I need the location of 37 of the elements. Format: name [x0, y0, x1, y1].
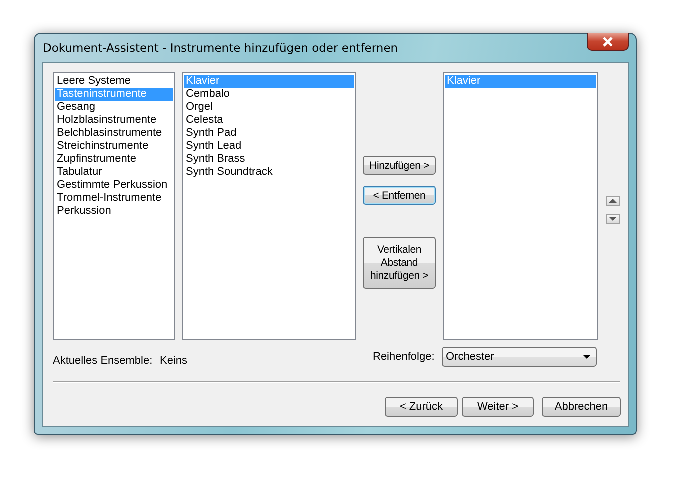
nav-button[interactable]: Weiter > — [462, 397, 534, 417]
list-item[interactable]: Cembalo — [184, 88, 354, 101]
list-item[interactable]: Perkussion — [55, 205, 173, 218]
action-button[interactable]: Vertikalen Abstand hinzufügen > — [363, 237, 436, 289]
nav-button[interactable]: Abbrechen — [542, 397, 621, 417]
list-item[interactable]: Belchblasinstrumente — [55, 127, 173, 140]
list-item[interactable]: Streichinstrumente — [55, 140, 173, 153]
category-list[interactable]: Leere Systeme Tasteninstrumente Gesang Holzblasinstrumente Belchblasinstrumente Streichinstrumente Zupfinstrumente Tabulatur Gestimmte Perkussion Trommel-Instrumente Perkussion — [53, 72, 175, 340]
list-item[interactable]: Synth Lead — [184, 140, 354, 153]
instrument-list[interactable]: Klavier Cembalo Orgel Celesta Synth Pad Synth Lead Synth Brass Synth Soundtrack — [182, 72, 356, 340]
dropdown-arrow-icon — [583, 355, 591, 359]
list-item[interactable]: Trommel-Instrumente — [55, 192, 173, 205]
list-item[interactable]: Orgel — [184, 101, 354, 114]
up-triangle-icon — [609, 199, 617, 203]
order-dropdown[interactable]: Orchester — [442, 347, 597, 367]
list-item[interactable]: Gestimmte Perkussion — [55, 179, 173, 192]
move-down-button[interactable] — [606, 214, 620, 224]
nav-button[interactable]: < Zurück — [385, 397, 458, 417]
down-triangle-icon — [609, 217, 617, 221]
action-button[interactable]: < Entfernen — [363, 186, 436, 205]
list-item[interactable]: Celesta — [184, 114, 354, 127]
list-item[interactable]: Holzblasinstrumente — [55, 114, 173, 127]
close-icon — [602, 36, 614, 46]
action-button[interactable]: Hinzufügen > — [363, 156, 436, 175]
list-item[interactable]: Synth Brass — [184, 153, 354, 166]
ensemble-value: Keins — [160, 354, 189, 367]
list-item[interactable]: Tabulatur — [55, 166, 173, 179]
close-button[interactable] — [587, 33, 629, 51]
list-item[interactable]: Zupfinstrumente — [55, 153, 173, 166]
list-item[interactable]: Leere Systeme — [55, 75, 173, 88]
ensemble-label: Aktuelles Ensemble: — [53, 354, 154, 367]
list-item[interactable]: Synth Soundtrack — [184, 166, 354, 179]
order-label: Reihenfolge: — [373, 351, 436, 363]
list-item[interactable]: Gesang — [55, 101, 173, 114]
list-item[interactable]: Synth Pad — [184, 127, 354, 140]
window-title: Dokument-Assistent - Instrumente hinzufügen oder entfernen — [42, 41, 398, 55]
move-up-button[interactable] — [606, 196, 620, 206]
